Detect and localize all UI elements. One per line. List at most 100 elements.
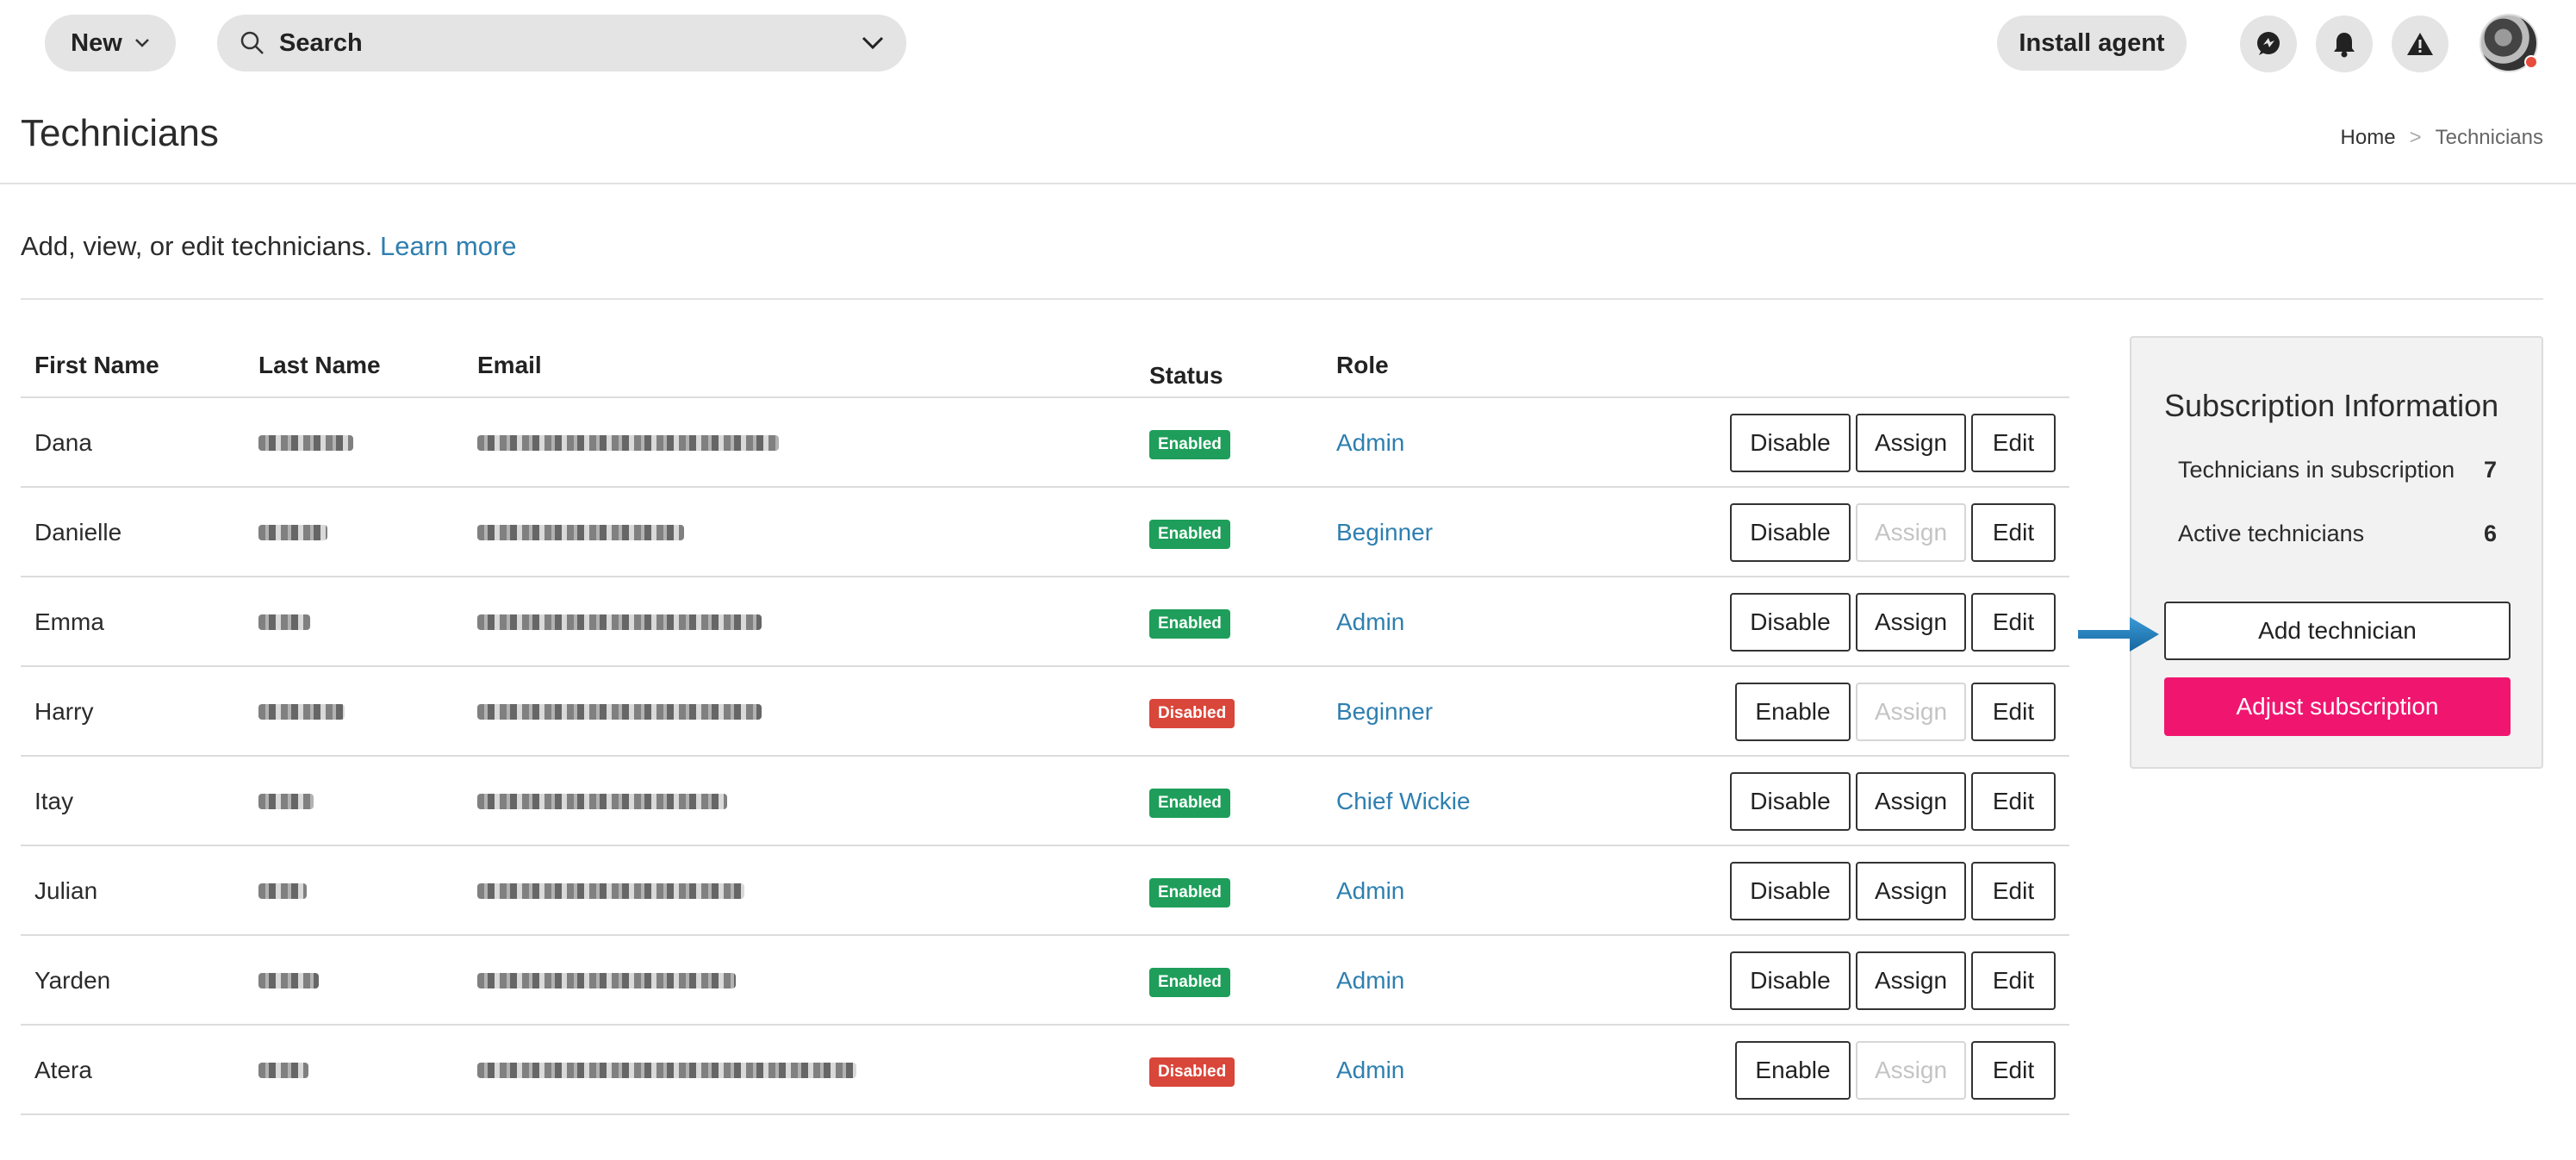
column-first-name[interactable]: First Name (34, 352, 159, 379)
email-redacted (477, 877, 744, 905)
new-button-label: New (71, 28, 122, 57)
technicians-table: First Name Last Name Email Status Role D… (21, 333, 2069, 1115)
edit-button[interactable]: Edit (1971, 683, 2056, 741)
search-placeholder: Search (279, 28, 363, 57)
row-actions: Disable Assign Edit (1730, 862, 2056, 920)
role-link[interactable]: Admin (1336, 429, 1404, 457)
status-badge-label: Enabled (1149, 430, 1230, 459)
disable-button[interactable]: Disable (1730, 862, 1851, 920)
first-name-cell: Danielle (34, 519, 122, 546)
disable-button[interactable]: Disable (1730, 414, 1851, 472)
role-link[interactable]: Chief Wickie (1336, 788, 1471, 815)
email-redacted (477, 429, 779, 457)
assign-button[interactable]: Assign (1856, 593, 1966, 652)
edit-button[interactable]: Edit (1971, 951, 2056, 1010)
notifications-button[interactable] (2316, 16, 2373, 72)
row-actions: Disable Assign Edit (1730, 503, 2056, 562)
alerts-button[interactable] (2392, 16, 2448, 72)
disable-button[interactable]: Disable (1730, 593, 1851, 652)
table-row: Yarden Enabled Admin Disable Assign Edit (21, 936, 2069, 1026)
status-badge: Enabled (1149, 517, 1230, 549)
disable-button[interactable]: Disable (1730, 951, 1851, 1010)
chevron-down-icon[interactable] (862, 36, 884, 50)
breadcrumb-separator: > (2409, 126, 2422, 149)
column-email[interactable]: Email (477, 352, 542, 379)
last-name-redacted (258, 608, 310, 636)
adjust-subscription-button[interactable]: Adjust subscription (2164, 677, 2511, 736)
table-row: Dana Enabled Admin Disable Assign Edit (21, 398, 2069, 488)
chevron-down-icon (134, 39, 149, 47)
search-icon (240, 31, 264, 54)
status-badge-label: Enabled (1149, 520, 1230, 549)
table-row: Danielle Enabled Beginner Disable Assign Edit (21, 488, 2069, 577)
assign-button[interactable]: Assign (1856, 951, 1966, 1010)
install-agent-button[interactable]: Install agent (1997, 16, 2187, 71)
subscription-title: Subscription Information (2164, 388, 2499, 423)
chat-button[interactable] (2240, 16, 2297, 72)
role-link[interactable]: Admin (1336, 877, 1404, 905)
status-badge-label: Enabled (1149, 878, 1230, 907)
subscription-count-value: 7 (2483, 457, 2497, 483)
learn-more-link[interactable]: Learn more (380, 231, 517, 261)
edit-button[interactable]: Edit (1971, 414, 2056, 472)
warning-icon (2407, 33, 2433, 55)
edit-button[interactable]: Edit (1971, 862, 2056, 920)
edit-button[interactable]: Edit (1971, 503, 2056, 562)
edit-button[interactable]: Edit (1971, 593, 2056, 652)
page-title: Technicians (21, 112, 219, 154)
status-badge: Enabled (1149, 965, 1230, 997)
column-last-name[interactable]: Last Name (258, 352, 381, 379)
add-technician-button[interactable]: Add technician (2164, 602, 2511, 660)
enable-button[interactable]: Enable (1735, 683, 1851, 741)
status-badge-label: Disabled (1149, 699, 1235, 728)
first-name-cell: Itay (34, 788, 74, 814)
enable-button[interactable]: Enable (1735, 1041, 1851, 1100)
status-badge: Disabled (1149, 696, 1235, 728)
email-redacted (477, 967, 736, 995)
first-name-cell: Harry (34, 698, 94, 725)
column-role[interactable]: Role (1336, 352, 1389, 379)
description-text: Add, view, or edit technicians. (21, 231, 373, 261)
active-count-value: 6 (2483, 521, 2497, 546)
role-link[interactable]: Beginner (1336, 519, 1433, 546)
status-badge: Enabled (1149, 876, 1230, 907)
search-bar[interactable]: Search (217, 15, 906, 72)
email-redacted (477, 608, 762, 636)
table-row: Julian Enabled Admin Disable Assign Edit (21, 846, 2069, 936)
role-link[interactable]: Admin (1336, 608, 1404, 636)
column-status[interactable]: Status (1149, 362, 1223, 390)
last-name-redacted (258, 788, 314, 815)
role-link[interactable]: Beginner (1336, 698, 1433, 726)
page-description: Add, view, or edit technicians. Learn mo… (21, 231, 517, 262)
subscription-panel: Subscription Information Technicians in … (2130, 336, 2543, 769)
status-badge-label: Enabled (1149, 968, 1230, 997)
arrow-right-icon (2078, 617, 2159, 652)
top-bar: New Search Install agent (0, 0, 2576, 86)
disable-button[interactable]: Disable (1730, 503, 1851, 562)
row-actions: Disable Assign Edit (1730, 593, 2056, 652)
status-badge-label: Disabled (1149, 1057, 1235, 1087)
edit-button[interactable]: Edit (1971, 772, 2056, 831)
row-actions: Enable Assign Edit (1735, 1041, 2056, 1100)
breadcrumb-home[interactable]: Home (2341, 126, 2396, 150)
status-badge: Enabled (1149, 607, 1230, 639)
subscription-count-label: Technicians in subscription (2178, 457, 2455, 483)
role-link[interactable]: Admin (1336, 1057, 1404, 1084)
assign-button[interactable]: Assign (1856, 414, 1966, 472)
last-name-redacted (258, 698, 345, 726)
email-redacted (477, 519, 684, 546)
assign-button[interactable]: Assign (1856, 862, 1966, 920)
status-badge: Enabled (1149, 427, 1230, 459)
first-name-cell: Dana (34, 429, 92, 456)
assign-button[interactable]: Assign (1856, 772, 1966, 831)
last-name-redacted (258, 429, 353, 457)
active-count-label: Active technicians (2178, 521, 2365, 546)
last-name-redacted (258, 519, 327, 546)
disable-button[interactable]: Disable (1730, 772, 1851, 831)
status-badge: Enabled (1149, 786, 1230, 818)
role-link[interactable]: Admin (1336, 967, 1404, 995)
avatar[interactable] (2480, 14, 2538, 72)
edit-button[interactable]: Edit (1971, 1041, 2056, 1100)
new-button[interactable]: New (45, 15, 176, 72)
email-redacted (477, 698, 762, 726)
